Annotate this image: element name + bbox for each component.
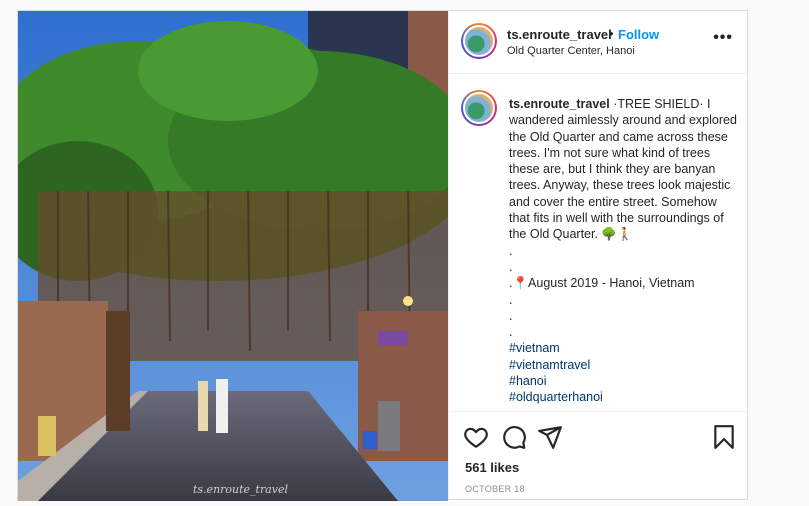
post-sidebar: ts.enroute_travel • Follow Old Quarter C…: [448, 11, 749, 499]
caption-dot: .: [509, 259, 513, 274]
caption-dot: .: [509, 243, 513, 258]
avatar[interactable]: [461, 23, 497, 59]
bookmark-icon[interactable]: [711, 424, 737, 450]
caption-dot: .: [509, 325, 513, 340]
location-link[interactable]: Old Quarter Center, Hanoi: [507, 45, 635, 57]
avatar-image: [463, 92, 495, 124]
heart-icon[interactable]: [463, 424, 489, 450]
avatar-image: [463, 25, 495, 57]
post-photo[interactable]: ts.enroute_travel: [18, 11, 448, 501]
caption-area: ts.enroute_travel ·TREE SHIELD· I wander…: [449, 74, 749, 410]
more-options-icon[interactable]: •••: [713, 29, 733, 47]
comment-icon[interactable]: [501, 424, 527, 450]
share-icon[interactable]: [537, 424, 563, 450]
hashtag-link[interactable]: #vietnamtravel: [509, 357, 737, 373]
hashtag-link[interactable]: #hanoi: [509, 373, 737, 389]
banyan-street-photo: ts.enroute_travel: [18, 11, 448, 501]
follow-button[interactable]: Follow: [618, 27, 659, 42]
hashtag-link[interactable]: #vietnam: [509, 340, 737, 356]
caption-text: ts.enroute_travel ·TREE SHIELD· I wander…: [509, 96, 737, 406]
post-date[interactable]: OCTOBER 18: [465, 484, 525, 494]
caption-avatar[interactable]: [461, 90, 497, 126]
caption-dot: .: [509, 308, 513, 323]
instagram-post: ts.enroute_travel ts.enroute_travel • Fo…: [17, 10, 749, 501]
caption-dot: .: [509, 292, 513, 307]
post-header: ts.enroute_travel • Follow Old Quarter C…: [449, 11, 749, 74]
separator-dot: •: [609, 26, 614, 41]
hashtag-link[interactable]: #oldquarterhanoi: [509, 389, 737, 405]
caption-username[interactable]: ts.enroute_travel: [509, 97, 610, 111]
caption-date-line: .📍August 2019 - Hanoi, Vietnam: [509, 276, 695, 291]
username-link[interactable]: ts.enroute_travel: [507, 27, 612, 42]
caption-body: ·TREE SHIELD· I wandered aimlessly aroun…: [509, 97, 737, 242]
photo-watermark: ts.enroute_travel: [193, 483, 289, 496]
action-bar: 561 likes OCTOBER 18: [449, 411, 749, 500]
likes-count[interactable]: 561 likes: [465, 460, 519, 475]
